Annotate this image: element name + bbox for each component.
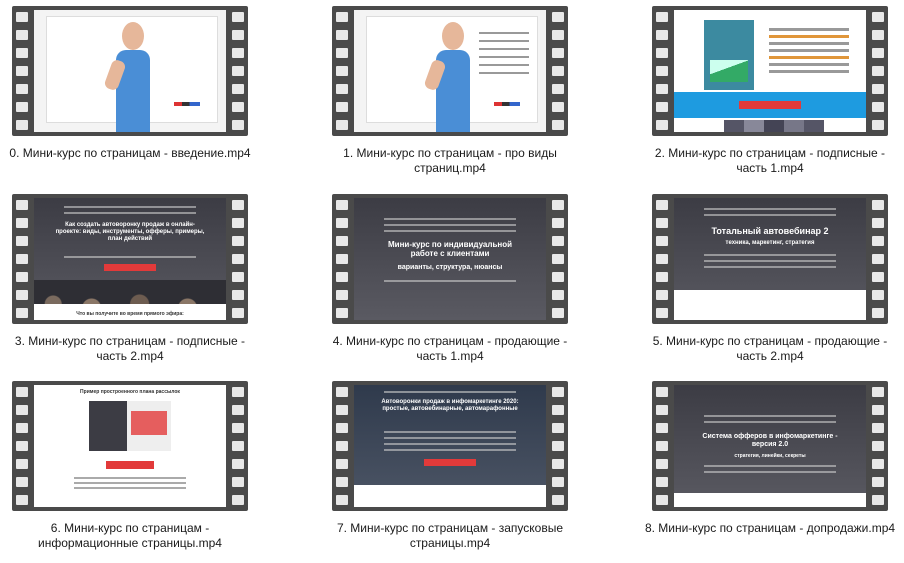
preview-subheadline: варианты, структура, нюансы <box>397 264 503 271</box>
video-preview: Как создать автоворонку продаж в онлайн-… <box>34 198 226 320</box>
preview-subheadline: техника, маркетинг, стратегия <box>725 240 815 246</box>
video-file[interactable]: 0. Мини-курс по страницам - введение.mp4 <box>0 0 260 180</box>
video-preview: Тотальный автовебинар 2 техника, маркети… <box>674 198 866 320</box>
film-thumbnail: Мини-курс по индивидуальной работе с кли… <box>332 194 568 324</box>
preview-footer: Что вы получите во время прямого эфира: <box>76 311 184 317</box>
file-name[interactable]: 5. Мини-курс по страницам - продающие - … <box>640 334 900 364</box>
file-name[interactable]: 6. Мини-курс по страницам - информационн… <box>0 521 260 551</box>
film-thumbnail <box>12 6 248 136</box>
video-file[interactable]: 1. Мини-курс по страницам - про виды стр… <box>320 0 580 180</box>
file-name[interactable]: 4. Мини-курс по страницам - продающие - … <box>320 334 580 364</box>
video-file[interactable]: Мини-курс по индивидуальной работе с кли… <box>320 188 580 368</box>
film-sprocket-strip <box>12 381 32 511</box>
video-file[interactable]: Автоворонки продаж в инфомаркетинге 2020… <box>320 375 580 555</box>
preview-headline: Тотальный автовебинар 2 <box>711 226 829 236</box>
film-sprocket-strip <box>652 6 672 136</box>
file-name[interactable]: 3. Мини-курс по страницам - подписные - … <box>0 334 260 364</box>
video-preview <box>34 10 226 132</box>
video-file[interactable]: Пример простроенного плана рассылок 6. М… <box>0 375 260 555</box>
film-thumbnail: Пример простроенного плана рассылок <box>12 381 248 511</box>
film-sprocket-strip <box>868 6 888 136</box>
video-preview <box>354 10 546 132</box>
film-sprocket-strip <box>548 6 568 136</box>
film-sprocket-strip <box>228 194 248 324</box>
film-thumbnail: Автоворонки продаж в инфомаркетинге 2020… <box>332 381 568 511</box>
file-name[interactable]: 2. Мини-курс по страницам - подписные - … <box>640 146 900 176</box>
film-sprocket-strip <box>332 6 352 136</box>
video-file[interactable]: 2. Мини-курс по страницам - подписные - … <box>640 0 900 180</box>
film-thumbnail: Система офферов в инфомаркетинге - верси… <box>652 381 888 511</box>
film-sprocket-strip <box>12 194 32 324</box>
video-preview: Мини-курс по индивидуальной работе с кли… <box>354 198 546 320</box>
preview-headline: Как создать автоворонку продаж в онлайн-… <box>55 222 205 242</box>
film-sprocket-strip <box>332 381 352 511</box>
video-file[interactable]: Тотальный автовебинар 2 техника, маркети… <box>640 188 900 368</box>
file-name[interactable]: 1. Мини-курс по страницам - про виды стр… <box>320 146 580 176</box>
film-thumbnail: Тотальный автовебинар 2 техника, маркети… <box>652 194 888 324</box>
film-sprocket-strip <box>868 381 888 511</box>
preview-headline: Мини-курс по индивидуальной работе с кли… <box>387 240 513 258</box>
film-sprocket-strip <box>652 194 672 324</box>
film-sprocket-strip <box>12 6 32 136</box>
film-sprocket-strip <box>868 194 888 324</box>
video-preview <box>674 10 866 132</box>
film-thumbnail <box>332 6 568 136</box>
film-sprocket-strip <box>548 381 568 511</box>
preview-headline: Пример простроенного плана рассылок <box>80 389 180 395</box>
video-preview: Система офферов в инфомаркетинге - верси… <box>674 385 866 507</box>
preview-headline: Система офферов в инфомаркетинге - верси… <box>702 433 838 448</box>
video-file[interactable]: Система офферов в инфомаркетинге - верси… <box>640 375 900 555</box>
film-thumbnail: Как создать автоворонку продаж в онлайн-… <box>12 194 248 324</box>
video-file[interactable]: Как создать автоворонку продаж в онлайн-… <box>0 188 260 368</box>
preview-subheadline: стратегия, линейки, секреты <box>734 453 806 459</box>
file-name[interactable]: 7. Мини-курс по страницам - запусковые с… <box>320 521 580 551</box>
file-name[interactable]: 8. Мини-курс по страницам - допродажи.mp… <box>640 521 900 536</box>
film-sprocket-strip <box>548 194 568 324</box>
film-sprocket-strip <box>332 194 352 324</box>
video-preview: Автоворонки продаж в инфомаркетинге 2020… <box>354 385 546 507</box>
film-thumbnail <box>652 6 888 136</box>
preview-headline: Автоворонки продаж в инфомаркетинге 2020… <box>381 399 519 412</box>
file-grid: 0. Мини-курс по страницам - введение.mp4… <box>0 0 904 563</box>
film-sprocket-strip <box>228 381 248 511</box>
file-name[interactable]: 0. Мини-курс по страницам - введение.mp4 <box>0 146 260 161</box>
film-sprocket-strip <box>652 381 672 511</box>
film-sprocket-strip <box>228 6 248 136</box>
video-preview: Пример простроенного плана рассылок <box>34 385 226 507</box>
